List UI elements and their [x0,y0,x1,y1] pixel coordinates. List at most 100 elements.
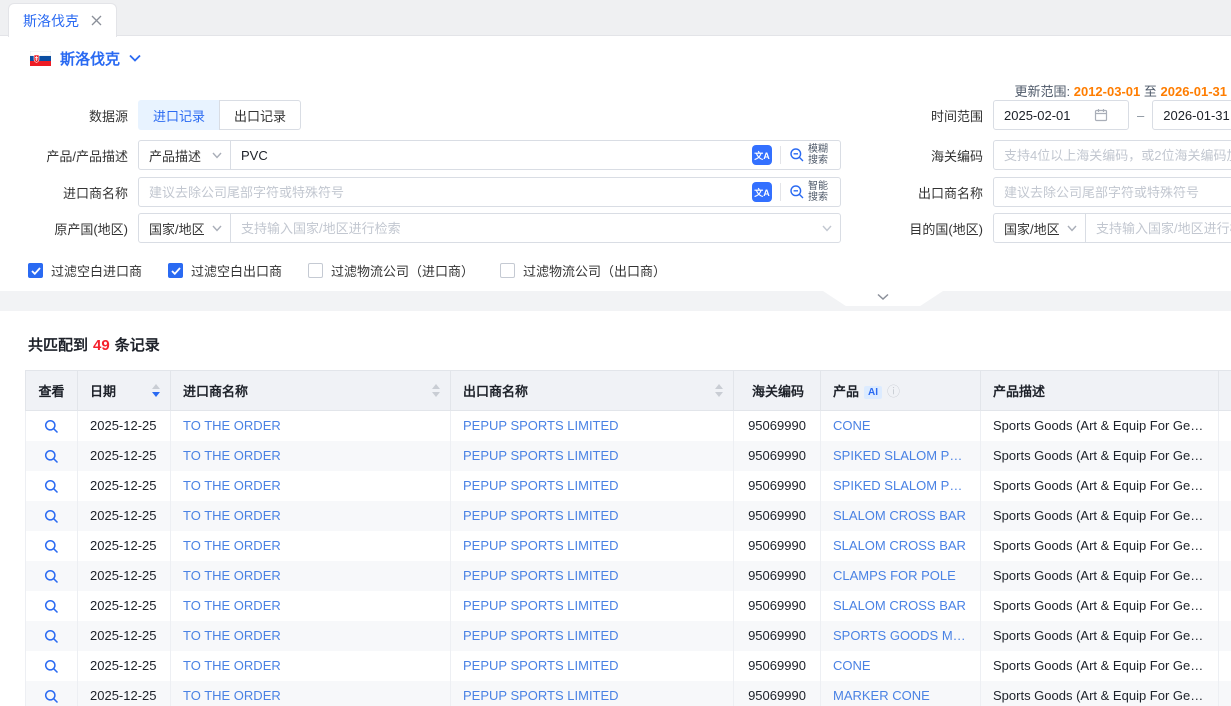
country-selector[interactable]: 斯洛伐克 [0,40,1231,76]
view-record-button[interactable] [44,509,59,524]
info-icon[interactable]: ⓘ [887,384,900,399]
origin-country-type-select[interactable]: 国家/地区 [139,214,231,242]
filter-checkbox[interactable]: 过滤物流公司（出口商） [500,261,666,280]
update-range-start: 2012-03-01 [1074,84,1141,99]
view-record-button[interactable] [44,659,59,674]
exporter-link[interactable]: PEPUP SPORTS LIMITED [451,561,734,591]
table-row: 2025-12-25 TO THE ORDER PEPUP SPORTS LIM… [26,591,1231,621]
col-header-exporter[interactable]: 出口商名称 [451,371,734,411]
view-cell [26,441,78,471]
product-search-input[interactable] [231,141,752,169]
exporter-link[interactable]: PEPUP SPORTS LIMITED [451,411,734,441]
fuzzy-search-button[interactable]: 模糊搜索 [789,144,832,166]
col-header-importer[interactable]: 进口商名称 [171,371,451,411]
product-link[interactable]: SLALOM CROSS BAR [821,591,981,621]
translate-icon[interactable]: 文A [752,145,772,165]
tab-slovakia[interactable]: 斯洛伐克 [8,3,117,37]
importer-link[interactable]: TO THE ORDER [171,591,451,621]
description-cell: Sports Goods (Art & Equip For Gen ... [981,681,1219,706]
filter-checkbox[interactable]: 过滤空白进口商 [28,261,142,280]
view-record-button[interactable] [44,629,59,644]
importer-link[interactable]: TO THE ORDER [171,411,451,441]
update-range: 更新范围: 2012-03-01 至 2026-01-31 [1014,81,1227,100]
exporter-link[interactable]: PEPUP SPORTS LIMITED [451,501,734,531]
dest-country-input[interactable] [1086,214,1231,242]
product-type-select[interactable]: 产品描述 [139,141,231,169]
checkbox-icon[interactable] [28,263,43,278]
end-date-input[interactable] [1152,100,1231,130]
hs-code-cell: 95069990 [734,411,821,441]
tab-import-records[interactable]: 进口记录 [138,100,219,130]
importer-link[interactable]: TO THE ORDER [171,681,451,706]
truncated-cell: … [1219,411,1231,441]
hs-code-group [993,140,1231,170]
exporter-link[interactable]: PEPUP SPORTS LIMITED [451,591,734,621]
importer-search-input[interactable] [139,178,752,206]
exporter-link[interactable]: PEPUP SPORTS LIMITED [451,621,734,651]
col-header-truncated [1219,371,1231,411]
chevron-down-icon[interactable] [129,54,141,62]
importer-link[interactable]: TO THE ORDER [171,441,451,471]
start-date-input[interactable] [993,100,1129,130]
importer-link[interactable]: TO THE ORDER [171,651,451,681]
exporter-link[interactable]: PEPUP SPORTS LIMITED [451,651,734,681]
importer-link[interactable]: TO THE ORDER [171,501,451,531]
product-link[interactable]: CONE [821,411,981,441]
exporter-link[interactable]: PEPUP SPORTS LIMITED [451,441,734,471]
view-record-button[interactable] [44,479,59,494]
hs-code-input[interactable] [994,141,1231,169]
view-record-button[interactable] [44,419,59,434]
checkbox-icon[interactable] [500,263,515,278]
dest-country-type-select[interactable]: 国家/地区 [994,214,1086,242]
exporter-link[interactable]: PEPUP SPORTS LIMITED [451,681,734,706]
product-link[interactable]: CLAMPS FOR POLE [821,561,981,591]
view-record-button[interactable] [44,539,59,554]
product-link[interactable]: SPIKED SLALOM POLE [821,441,981,471]
origin-country-input[interactable] [231,214,822,242]
truncated-cell: … [1219,471,1231,501]
checkbox-icon[interactable] [308,263,323,278]
magnifier-icon [44,539,59,554]
smart-search-button[interactable]: 智能搜索 [789,181,832,203]
importer-link[interactable]: TO THE ORDER [171,471,451,501]
view-cell [26,471,78,501]
chevron-down-icon [212,152,222,159]
close-icon[interactable] [91,15,102,26]
view-record-button[interactable] [44,599,59,614]
importer-link[interactable]: TO THE ORDER [171,561,451,591]
translate-icon[interactable]: 文A [752,182,772,202]
truncated-cell: … [1219,501,1231,531]
checkbox-icon[interactable] [168,263,183,278]
product-search-group: 产品描述 文A 模糊搜索 [138,140,841,170]
product-link[interactable]: SLALOM CROSS BAR [821,531,981,561]
magnifier-icon [44,569,59,584]
filter-checkbox[interactable]: 过滤物流公司（进口商） [308,261,474,280]
product-link[interactable]: SPORTS GOODS MAR... [821,621,981,651]
exporter-search-input[interactable] [994,178,1231,206]
col-header-date[interactable]: 日期 [78,371,171,411]
product-link[interactable]: SPIKED SLALOM POLE [821,471,981,501]
slovakia-flag-icon [30,51,51,66]
truncated-cell: … [1219,681,1231,706]
end-date-value[interactable] [1163,108,1231,123]
importer-link[interactable]: TO THE ORDER [171,531,451,561]
product-link[interactable]: SLALOM CROSS BAR [821,501,981,531]
description-cell: Sports Goods (Art & Equip For Gen ... [981,591,1219,621]
exporter-link[interactable]: PEPUP SPORTS LIMITED [451,471,734,501]
date-cell: 2025-12-25 [78,681,171,706]
view-record-button[interactable] [44,449,59,464]
product-link[interactable]: CONE [821,651,981,681]
start-date-value[interactable] [1004,108,1094,123]
view-record-button[interactable] [44,689,59,704]
results-table-wrap: 查看 日期 进口商名称 出口商名称 海关编码 [25,370,1231,706]
filter-checkbox[interactable]: 过滤空白出口商 [168,261,282,280]
date-cell: 2025-12-25 [78,531,171,561]
country-name: 斯洛伐克 [60,48,120,69]
tab-export-records[interactable]: 出口记录 [219,100,301,130]
exporter-search-group [993,177,1231,207]
product-link[interactable]: MARKER CONE [821,681,981,706]
calendar-icon [1094,108,1108,122]
importer-link[interactable]: TO THE ORDER [171,621,451,651]
exporter-link[interactable]: PEPUP SPORTS LIMITED [451,531,734,561]
view-record-button[interactable] [44,569,59,584]
